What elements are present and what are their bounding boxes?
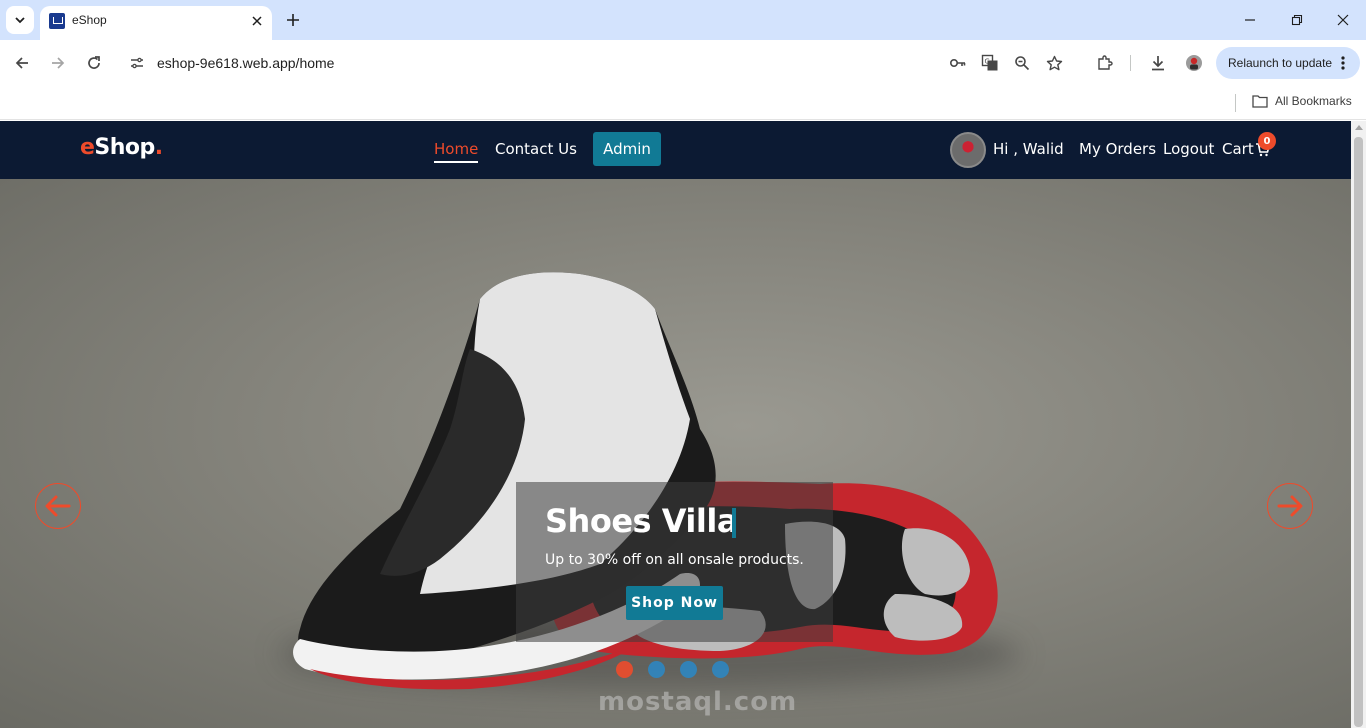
zoom-icon [1015,56,1030,71]
arrow-right-icon [1277,495,1303,517]
carousel-indicator-dot[interactable] [616,661,633,678]
shop-now-label: Shop Now [631,595,718,611]
browser-tab-active[interactable]: eShop [40,6,272,40]
forward-button[interactable] [46,51,70,75]
user-avatar [950,132,986,168]
carousel-next-button[interactable] [1267,483,1313,529]
scroll-thumb[interactable] [1354,137,1363,727]
tab-title: eShop [72,13,107,27]
svg-text:G: G [985,58,990,66]
carousel-prev-button[interactable] [35,483,81,529]
relaunch-label: Relaunch to update [1228,56,1333,70]
site-logo[interactable]: eShop. [80,135,163,160]
page-scrollbar[interactable] [1351,121,1366,728]
close-window-button[interactable] [1331,8,1355,32]
reload-icon [88,56,100,69]
star-icon [1046,55,1062,70]
site-info-button[interactable] [125,51,149,75]
more-vert-icon [1341,56,1345,70]
arrow-right-icon [52,57,65,69]
all-bookmarks-label: All Bookmarks [1275,94,1352,108]
download-icon [1152,56,1164,71]
restore-button[interactable] [1285,8,1309,32]
bookmark-star-button[interactable] [1042,51,1066,75]
nav-link-my-orders[interactable]: My Orders [1079,140,1156,158]
close-icon [1337,14,1349,26]
relaunch-button[interactable]: Relaunch to update [1216,47,1360,79]
extensions-button[interactable] [1093,51,1117,75]
minimize-button[interactable] [1238,8,1262,32]
carousel-indicator-dot[interactable] [712,661,729,678]
site-navbar: eShop. Home Contact Us Admin Hi , Walid … [0,121,1351,179]
nav-admin-label: Admin [603,140,651,158]
restore-icon [1291,14,1303,26]
folder-icon [1252,95,1268,108]
hero-subtitle: Up to 30% off on all onsale products. [545,552,804,568]
browser-toolbar: eshop-9e618.web.app/home G Relaunch to u… [0,40,1366,86]
typing-cursor [732,508,736,538]
puzzle-icon [1098,55,1113,70]
profile-button[interactable] [1182,51,1206,75]
avatar-icon [1186,55,1202,71]
all-bookmarks-button[interactable]: All Bookmarks [1252,94,1352,108]
cart-count-badge: 0 [1258,132,1276,150]
minimize-icon [1245,19,1255,21]
tab-close-button[interactable] [248,12,266,30]
favicon-cart-icon [49,13,65,29]
chevron-down-icon [15,17,25,24]
reload-button[interactable] [82,51,106,75]
carousel-indicator-dot[interactable] [680,661,697,678]
nav-admin-button[interactable]: Admin [593,132,661,166]
shop-now-button[interactable]: Shop Now [626,586,723,620]
address-bar[interactable]: eshop-9e618.web.app/home [157,55,334,71]
tune-icon [131,57,143,69]
back-button[interactable] [10,51,34,75]
tab-search-button[interactable] [6,6,34,34]
cart-label: Cart [1222,140,1254,158]
arrow-left-icon [15,57,28,69]
password-button[interactable] [946,51,970,75]
zoom-button[interactable] [1010,51,1034,75]
key-icon [949,59,966,68]
new-tab-button[interactable] [282,9,304,31]
hero-caption: Shoes Villa Up to 30% off on all onsale … [516,482,833,642]
user-greeting: Hi , Walid [993,140,1064,158]
browser-tabstrip: eShop [0,0,1366,40]
watermark-text: mostaql.com [598,687,798,717]
carousel-indicators [616,661,729,678]
plus-icon [287,14,299,26]
nav-link-contact[interactable]: Contact Us [495,140,577,158]
translate-button[interactable]: G [978,51,1002,75]
hero-carousel: Shoes Villa Up to 30% off on all onsale … [0,179,1351,728]
arrow-left-icon [45,495,71,517]
scroll-up-arrow[interactable] [1355,125,1363,130]
close-icon [252,16,262,26]
toolbar-divider [1130,55,1131,71]
bookmarks-divider [1235,94,1236,112]
nav-link-logout[interactable]: Logout [1163,140,1214,158]
carousel-indicator-dot[interactable] [648,661,665,678]
page-viewport: eShop. Home Contact Us Admin Hi , Walid … [0,121,1351,728]
bookmarks-bar: All Bookmarks [0,86,1366,120]
nav-link-home[interactable]: Home [434,140,479,163]
downloads-button[interactable] [1146,51,1170,75]
translate-icon: G [981,54,998,71]
hero-title: Shoes Villa [545,502,738,540]
